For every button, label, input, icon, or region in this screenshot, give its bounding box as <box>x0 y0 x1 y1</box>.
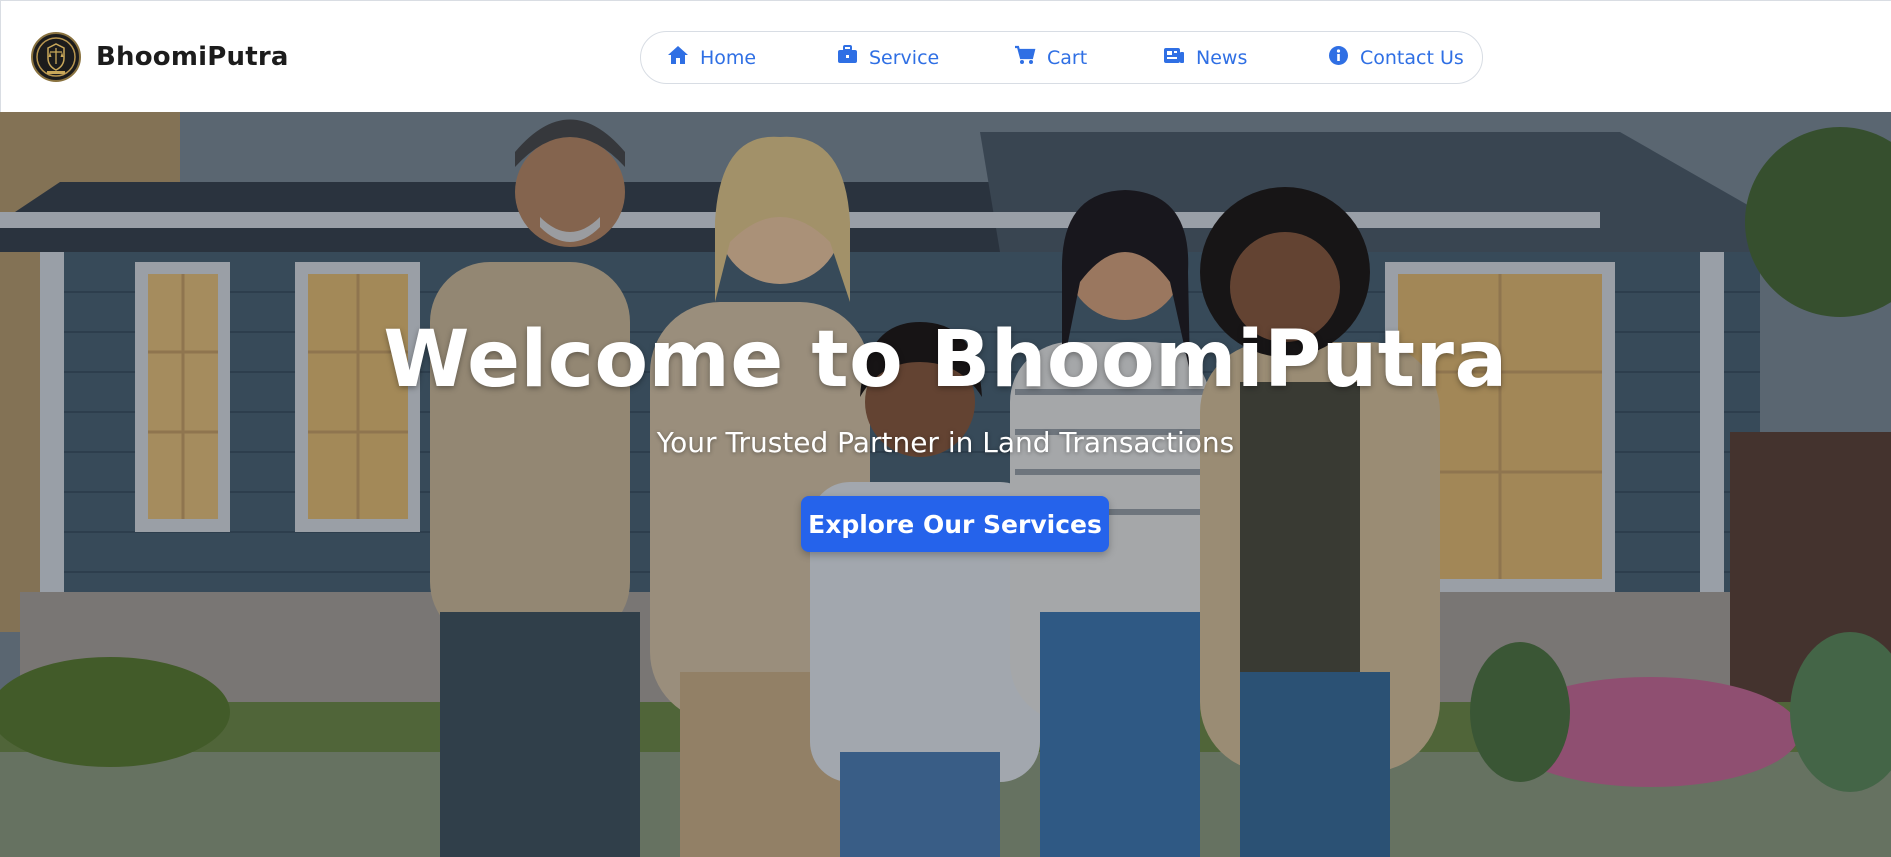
newspaper-icon <box>1163 45 1196 70</box>
brand[interactable]: BhoomiPutra <box>31 31 289 83</box>
nav-item-label: Cart <box>1047 46 1088 69</box>
navbar: BhoomiPutra Home Service Cart News Conta… <box>0 0 1891 112</box>
nav-item-cart[interactable]: Cart <box>1014 32 1087 83</box>
briefcase-icon <box>837 45 869 70</box>
nav-item-label: News <box>1196 46 1248 69</box>
home-icon <box>667 45 700 70</box>
nav-item-label: Contact Us <box>1360 46 1464 69</box>
hero-dim-overlay <box>0 112 1891 857</box>
nav-item-home[interactable]: Home <box>667 32 756 83</box>
nav-item-label: Service <box>869 46 940 69</box>
scales-of-justice-logo-icon <box>31 32 81 82</box>
hero-section: Welcome to BhoomiPutra Your Trusted Part… <box>0 112 1891 857</box>
brand-name: BhoomiPutra <box>96 42 289 72</box>
explore-services-button[interactable]: Explore Our Services <box>801 496 1109 552</box>
nav-item-label: Home <box>700 46 757 69</box>
nav-item-contact[interactable]: Contact Us <box>1328 32 1464 83</box>
hero-subtitle: Your Trusted Partner in Land Transaction… <box>656 426 1235 459</box>
cart-icon <box>1014 45 1047 70</box>
info-icon <box>1328 45 1360 71</box>
nav-item-service[interactable]: Service <box>837 32 939 83</box>
hero-title: Welcome to BhoomiPutra <box>383 315 1508 405</box>
main-navigation: Home Service Cart News Contact Us <box>640 31 1483 84</box>
nav-item-news[interactable]: News <box>1163 32 1247 83</box>
